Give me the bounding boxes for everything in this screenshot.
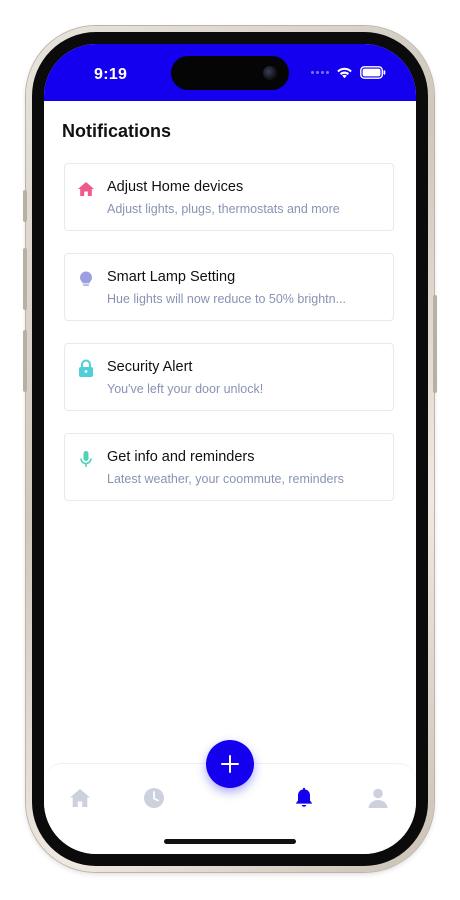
dynamic-island [171, 56, 289, 90]
action-button [23, 190, 27, 222]
status-bar: 9:19 [44, 44, 416, 101]
plus-icon [221, 755, 239, 773]
user-icon [368, 788, 388, 808]
notification-card[interactable]: Security Alert You've left your door unl… [64, 343, 394, 411]
tab-notifications[interactable] [290, 784, 318, 812]
wifi-icon [337, 67, 352, 79]
lightbulb-icon [80, 271, 92, 286]
power-button [433, 295, 437, 393]
volume-up-button [23, 248, 27, 310]
notification-title: Adjust Home devices [107, 179, 244, 195]
status-time: 9:19 [94, 66, 128, 83]
battery-icon [360, 66, 386, 79]
signal-icon [311, 71, 329, 74]
notification-subtitle: You've left your door unlock! [107, 382, 264, 396]
notification-subtitle: Adjust lights, plugs, thermostats and mo… [107, 202, 340, 216]
screen: 9:19 Notifications Adjust Home devices A… [44, 44, 416, 854]
notification-card[interactable]: Adjust Home devices Adjust lights, plugs… [64, 163, 394, 231]
tab-home[interactable] [66, 784, 94, 812]
tab-history[interactable] [140, 784, 168, 812]
notification-title: Smart Lamp Setting [107, 269, 236, 285]
bell-icon [295, 787, 313, 807]
notification-subtitle: Latest weather, your coommute, reminders [107, 472, 344, 486]
home-indicator[interactable] [164, 839, 296, 844]
add-button[interactable] [206, 740, 254, 788]
page-title: Notifications [62, 121, 172, 141]
clock-icon [144, 788, 164, 808]
notification-card[interactable]: Smart Lamp Setting Hue lights will now r… [64, 253, 394, 321]
notification-card[interactable]: Get info and reminders Latest weather, y… [64, 433, 394, 501]
volume-down-button [23, 330, 27, 392]
notification-title: Security Alert [107, 359, 193, 375]
home-icon [78, 182, 94, 196]
tab-profile[interactable] [364, 784, 392, 812]
notification-title: Get info and reminders [107, 449, 255, 465]
lock-icon [79, 359, 93, 377]
home-icon [70, 789, 90, 807]
status-icons [311, 66, 386, 79]
stage: 9:19 Notifications Adjust Home devices A… [0, 0, 460, 900]
notification-subtitle: Hue lights will now reduce to 50% bright… [107, 292, 347, 306]
microphone-icon [80, 451, 92, 467]
camera-icon [263, 66, 277, 80]
